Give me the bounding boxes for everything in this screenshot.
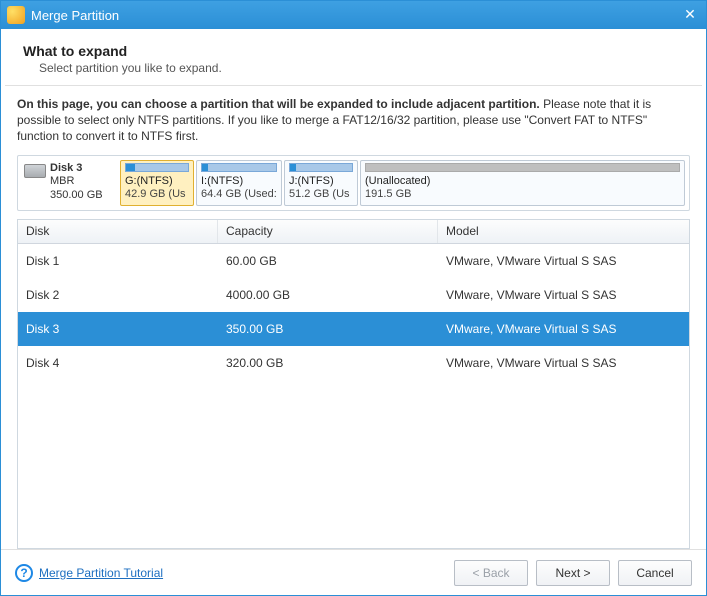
table-body: Disk 160.00 GBVMware, VMware Virtual S S… [18, 244, 689, 548]
disk-table: Disk Capacity Model Disk 160.00 GBVMware… [17, 219, 690, 549]
help-icon: ? [15, 564, 33, 582]
partition-block[interactable]: J:(NTFS)51.2 GB (Us [284, 160, 358, 207]
cell-disk: Disk 3 [18, 318, 218, 340]
col-capacity: Capacity [218, 220, 438, 243]
page-heading: What to expand [23, 43, 684, 59]
table-row[interactable]: Disk 160.00 GBVMware, VMware Virtual S S… [18, 244, 689, 278]
col-disk: Disk [18, 220, 218, 243]
usage-bar [365, 163, 680, 172]
usage-bar [289, 163, 353, 172]
tutorial-link[interactable]: Merge Partition Tutorial [39, 566, 163, 580]
disk-name: Disk 3 [50, 162, 103, 176]
partition-block[interactable]: G:(NTFS)42.9 GB (Us [120, 160, 194, 207]
cell-model: VMware, VMware Virtual S SAS [438, 318, 689, 340]
disk-size: 350.00 GB [50, 189, 103, 203]
app-icon [7, 6, 25, 24]
footer: ? Merge Partition Tutorial < Back Next >… [1, 549, 706, 595]
partition-size: 64.4 GB (Used: [201, 188, 277, 202]
help-link-group: ? Merge Partition Tutorial [15, 564, 163, 582]
disk-strip: Disk 3 MBR 350.00 GB G:(NTFS)42.9 GB (Us… [17, 155, 690, 212]
partition-block[interactable]: (Unallocated)191.5 GB [360, 160, 685, 207]
cell-capacity: 60.00 GB [218, 250, 438, 272]
table-row[interactable]: Disk 3350.00 GBVMware, VMware Virtual S … [18, 312, 689, 346]
intro-text: On this page, you can choose a partition… [17, 96, 690, 145]
table-header: Disk Capacity Model [18, 220, 689, 244]
usage-bar [201, 163, 277, 172]
cell-model: VMware, VMware Virtual S SAS [438, 250, 689, 272]
partition-label: G:(NTFS) [125, 175, 189, 189]
page-subheading: Select partition you like to expand. [39, 61, 684, 75]
table-row[interactable]: Disk 4320.00 GBVMware, VMware Virtual S … [18, 346, 689, 380]
cell-disk: Disk 1 [18, 250, 218, 272]
cell-capacity: 320.00 GB [218, 352, 438, 374]
partition-size: 191.5 GB [365, 188, 680, 202]
partition-label: J:(NTFS) [289, 175, 353, 189]
cell-capacity: 4000.00 GB [218, 284, 438, 306]
intro-bold: On this page, you can choose a partition… [17, 97, 540, 111]
cell-model: VMware, VMware Virtual S SAS [438, 352, 689, 374]
cell-capacity: 350.00 GB [218, 318, 438, 340]
usage-bar [125, 163, 189, 172]
titlebar: Merge Partition ✕ [1, 1, 706, 29]
merge-partition-window: Merge Partition ✕ What to expand Select … [0, 0, 707, 596]
partition-label: (Unallocated) [365, 175, 680, 189]
cell-disk: Disk 4 [18, 352, 218, 374]
cell-disk: Disk 2 [18, 284, 218, 306]
disk-scheme: MBR [50, 175, 103, 189]
close-icon[interactable]: ✕ [680, 5, 700, 25]
partition-block[interactable]: I:(NTFS)64.4 GB (Used: [196, 160, 282, 207]
content-area: On this page, you can choose a partition… [1, 86, 706, 549]
col-model: Model [438, 220, 689, 243]
partition-size: 51.2 GB (Us [289, 188, 353, 202]
cell-model: VMware, VMware Virtual S SAS [438, 284, 689, 306]
table-row[interactable]: Disk 24000.00 GBVMware, VMware Virtual S… [18, 278, 689, 312]
back-button[interactable]: < Back [454, 560, 528, 586]
disk-info: Disk 3 MBR 350.00 GB [22, 160, 118, 207]
disk-icon [24, 164, 46, 178]
window-title: Merge Partition [31, 8, 680, 23]
partition-label: I:(NTFS) [201, 175, 277, 189]
wizard-header: What to expand Select partition you like… [1, 29, 706, 85]
partition-list: G:(NTFS)42.9 GB (UsI:(NTFS)64.4 GB (Used… [120, 160, 685, 207]
next-button[interactable]: Next > [536, 560, 610, 586]
partition-size: 42.9 GB (Us [125, 188, 189, 202]
cancel-button[interactable]: Cancel [618, 560, 692, 586]
